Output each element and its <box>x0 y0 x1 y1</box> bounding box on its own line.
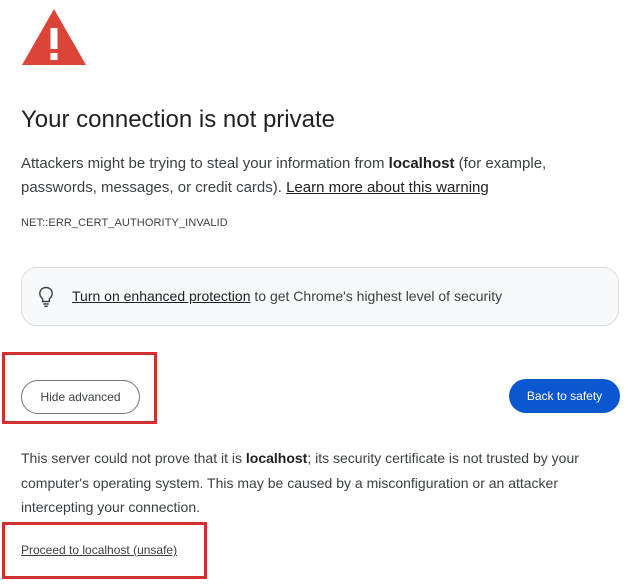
enhanced-protection-link[interactable]: Turn on enhanced protection <box>72 288 251 304</box>
enhanced-protection-suffix: to get Chrome's highest level of securit… <box>250 288 503 304</box>
enhanced-protection-text: Turn on enhanced protection to get Chrom… <box>72 288 502 304</box>
hide-advanced-button[interactable]: Hide advanced <box>21 380 140 414</box>
learn-more-link[interactable]: Learn more about this warning <box>286 179 489 196</box>
lightbulb-icon <box>39 286 53 307</box>
description-prefix: Attackers might be trying to steal your … <box>21 155 389 172</box>
interstitial-page: Your connection is not private Attackers… <box>0 0 643 588</box>
enhanced-protection-box: Turn on enhanced protection to get Chrom… <box>21 267 619 326</box>
back-to-safety-button[interactable]: Back to safety <box>509 379 620 413</box>
warning-description: Attackers might be trying to steal your … <box>21 152 581 200</box>
description-host: localhost <box>388 155 455 172</box>
details-host: localhost <box>245 450 308 466</box>
error-code: NET::ERR_CERT_AUTHORITY_INVALID <box>21 217 228 229</box>
page-title: Your connection is not private <box>21 106 335 133</box>
advanced-details: This server could not prove that it is l… <box>21 446 626 520</box>
details-prefix: This server could not prove that it is <box>21 450 246 466</box>
warning-triangle-icon <box>22 9 86 65</box>
proceed-unsafe-link[interactable]: Proceed to localhost (unsafe) <box>21 543 177 557</box>
